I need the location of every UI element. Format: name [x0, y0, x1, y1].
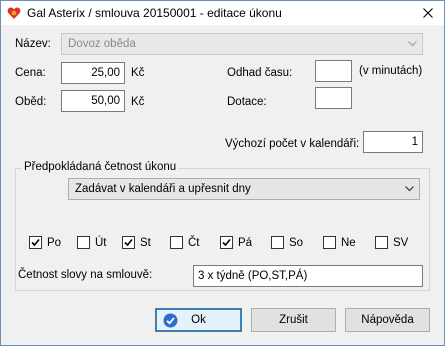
frequency-group-title: Předpokládaná četnost úkonu — [22, 161, 179, 173]
cena-unit: Kč — [131, 67, 145, 79]
window-title: Gal Asterix / smlouva 20150001 - editace… — [27, 6, 282, 20]
dialog-body: Název: Dovoz oběda Cena: 25,00 Kč Odhad … — [1, 25, 444, 345]
day-sv-label: SV — [393, 237, 409, 249]
chevron-down-icon — [408, 41, 417, 47]
close-icon — [423, 8, 433, 18]
day-ne-label: Ne — [341, 237, 356, 249]
day-ut-checkbox[interactable] — [77, 236, 90, 249]
cetnost-input[interactable]: 3 x týdně (PO,ST,PÁ) — [193, 265, 423, 287]
nazev-select: Dovoz oběda — [61, 33, 423, 55]
cena-input[interactable]: 25,00 — [61, 62, 125, 84]
checkmark-icon — [222, 238, 231, 247]
dotace-input[interactable] — [315, 87, 352, 109]
day-ut-label: Út — [95, 237, 107, 249]
day-ct-label: Čt — [188, 237, 200, 249]
day-pa-checkbox[interactable] — [220, 236, 233, 249]
title-bar: Gal Asterix / smlouva 20150001 - editace… — [1, 1, 444, 25]
day-po-checkbox[interactable] — [29, 236, 42, 249]
cetnost-label: Četnost slovy na smlouvě: — [18, 269, 153, 281]
vychozi-input[interactable]: 1 — [363, 131, 423, 153]
day-so-checkbox[interactable] — [271, 236, 284, 249]
cena-label: Cena: — [15, 67, 46, 79]
obed-label: Oběd: — [15, 96, 47, 108]
dialog-window: Gal Asterix / smlouva 20150001 - editace… — [0, 0, 445, 346]
help-button[interactable]: Nápověda — [345, 308, 430, 332]
odhad-unit: (v minutách) — [359, 65, 423, 77]
ok-button[interactable]: Ok — [155, 308, 242, 332]
day-ne-checkbox[interactable] — [323, 236, 336, 249]
close-button[interactable] — [418, 3, 438, 23]
nazev-label: Název: — [15, 38, 51, 50]
day-st-label: St — [140, 237, 151, 249]
odhad-input[interactable] — [315, 60, 352, 82]
checkmark-icon — [31, 238, 40, 247]
ok-label: Ok — [191, 314, 206, 326]
vychozi-label: Výchozí počet v kalendáři: — [225, 138, 360, 150]
chevron-down-icon — [405, 186, 414, 192]
ok-check-icon — [163, 313, 178, 328]
odhad-label: Odhad času: — [227, 67, 293, 79]
frequency-select[interactable]: Zadávat v kalendáři a upřesnit dny — [68, 178, 420, 200]
cancel-button[interactable]: Zrušit — [251, 308, 336, 332]
day-st-checkbox[interactable] — [122, 236, 135, 249]
dotace-label: Dotace: — [227, 96, 267, 108]
checkmark-icon — [124, 238, 133, 247]
day-ct-checkbox[interactable] — [170, 236, 183, 249]
day-po-label: Po — [47, 237, 62, 249]
obed-unit: Kč — [131, 96, 145, 108]
day-pa-label: Pá — [238, 237, 253, 249]
frequency-groupbox: Předpokládaná četnost úkonu Zadávat v ka… — [15, 161, 430, 291]
day-sv-checkbox[interactable] — [375, 236, 388, 249]
nazev-value: Dovoz oběda — [68, 38, 136, 50]
obed-input[interactable]: 50,00 — [61, 90, 125, 112]
app-heart-icon — [7, 7, 21, 19]
frequency-select-value: Zadávat v kalendáři a upřesnit dny — [75, 183, 251, 195]
day-so-label: So — [289, 237, 304, 249]
